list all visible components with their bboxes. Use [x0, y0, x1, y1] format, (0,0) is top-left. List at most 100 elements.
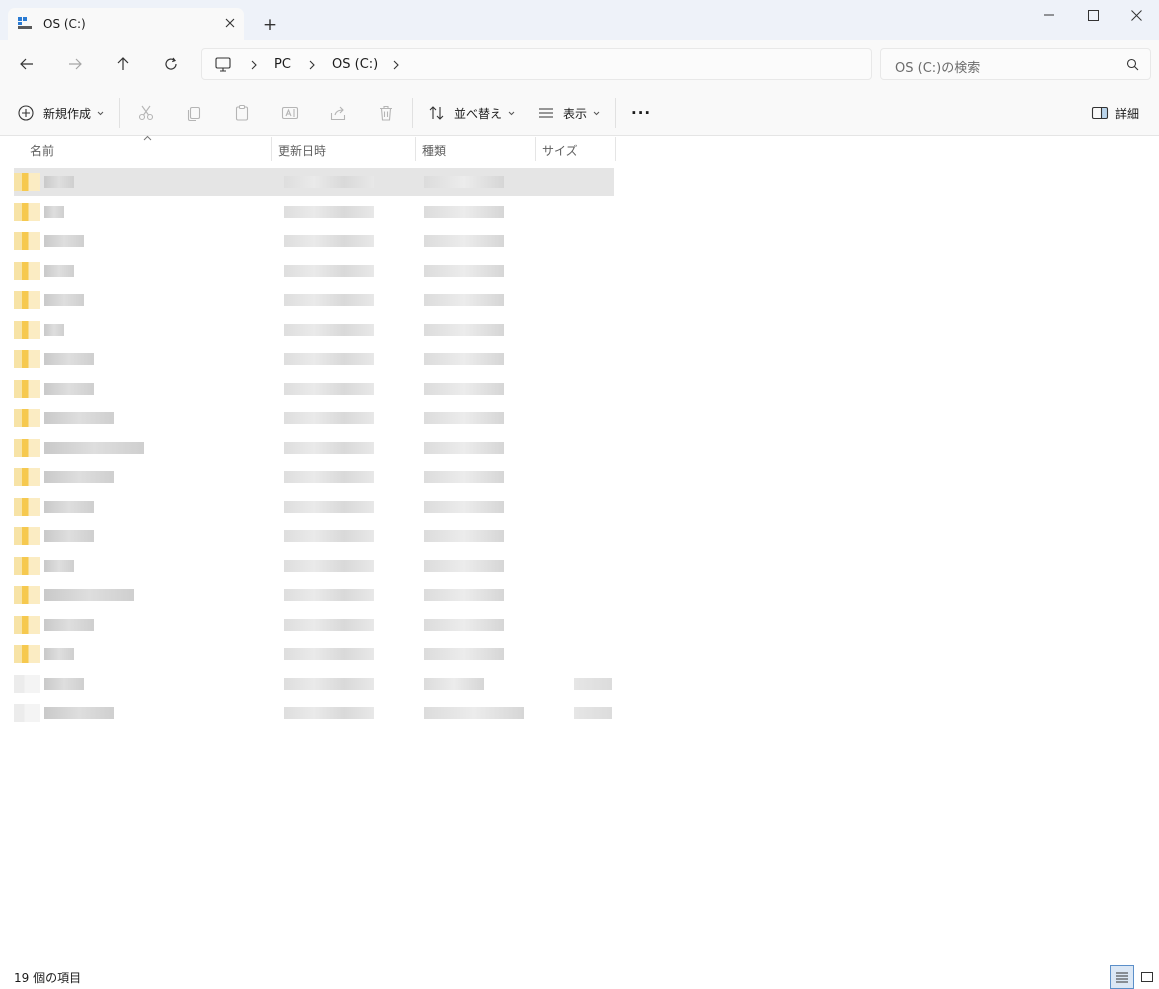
file-date-redacted — [284, 235, 374, 247]
folder-icon — [14, 291, 40, 309]
tiles-view-icon — [1141, 972, 1153, 982]
refresh-button[interactable] — [159, 52, 183, 76]
chevron-right-icon[interactable] — [391, 58, 401, 72]
sort-button[interactable]: 並べ替え — [428, 100, 516, 126]
file-row[interactable] — [14, 522, 614, 550]
file-row[interactable] — [14, 286, 614, 314]
details-pane-button[interactable]: 詳細 — [1091, 100, 1139, 126]
column-size-header[interactable]: サイズ — [536, 136, 616, 162]
share-button[interactable] — [329, 100, 347, 126]
delete-button[interactable] — [377, 100, 395, 126]
folder-icon — [14, 261, 40, 280]
new-button[interactable]: 新規作成 — [17, 100, 105, 126]
file-row[interactable] — [14, 463, 614, 491]
rename-button[interactable] — [281, 100, 299, 126]
file-row[interactable] — [14, 257, 614, 285]
file-row[interactable] — [14, 699, 614, 727]
chevron-down-icon — [508, 111, 515, 115]
file-date-redacted — [284, 264, 374, 277]
chevron-down-icon — [97, 111, 104, 115]
chevron-right-icon[interactable] — [307, 58, 317, 72]
up-button[interactable] — [111, 52, 135, 76]
more-options-button[interactable]: ··· — [631, 100, 651, 126]
breadcrumb-pc[interactable]: PC — [274, 57, 291, 72]
file-type-redacted — [424, 264, 504, 277]
folder-icon — [14, 645, 40, 663]
cut-button[interactable] — [137, 100, 155, 126]
file-row[interactable] — [14, 227, 614, 255]
file-row[interactable] — [14, 493, 614, 521]
arrow-left-icon — [20, 58, 33, 70]
scissors-icon — [138, 105, 154, 121]
file-date-redacted — [284, 559, 374, 572]
file-row[interactable] — [14, 345, 614, 373]
file-type-redacted — [424, 412, 504, 424]
file-date-redacted — [284, 353, 374, 365]
sort-icon — [429, 106, 444, 120]
file-row[interactable] — [14, 581, 614, 609]
navigation-bar: PC OS (C:) OS (C:)の検索 — [0, 40, 1159, 88]
view-button[interactable]: 表示 — [537, 100, 601, 126]
file-name-redacted — [44, 235, 84, 247]
file-name-redacted — [44, 176, 74, 188]
copy-button[interactable] — [185, 100, 203, 126]
column-name-header[interactable]: 名前 — [14, 136, 272, 162]
tab-title: OS (C:) — [43, 17, 86, 31]
file-type-redacted — [424, 294, 504, 306]
file-type-redacted — [424, 382, 504, 395]
file-date-redacted — [284, 500, 374, 513]
search-placeholder: OS (C:)の検索 — [895, 61, 981, 76]
search-box[interactable]: OS (C:)の検索 — [880, 48, 1151, 80]
file-name-redacted — [44, 500, 94, 513]
file-date-redacted — [284, 205, 374, 218]
details-pane-icon — [1091, 106, 1109, 120]
file-name-redacted — [44, 589, 134, 601]
file-row[interactable] — [14, 640, 614, 668]
new-tab-button[interactable]: + — [258, 13, 282, 37]
folder-icon — [14, 497, 40, 516]
file-name-redacted — [44, 648, 74, 660]
file-type-redacted — [424, 530, 504, 542]
forward-button[interactable] — [63, 52, 87, 76]
view-label: 表示 — [563, 106, 588, 121]
column-divider[interactable] — [615, 137, 616, 161]
file-type-redacted — [424, 589, 504, 601]
folder-icon — [14, 468, 40, 486]
file-size-redacted — [574, 707, 612, 719]
file-type-redacted — [424, 176, 504, 188]
file-name-redacted — [44, 323, 64, 336]
arrow-up-icon — [117, 57, 129, 70]
back-button[interactable] — [15, 52, 39, 76]
file-row[interactable] — [14, 434, 614, 462]
details-view-button[interactable] — [1110, 965, 1134, 989]
search-icon — [1126, 58, 1139, 71]
file-row[interactable] — [14, 670, 614, 698]
tab-close-button[interactable] — [220, 13, 240, 33]
tiles-view-button[interactable] — [1135, 965, 1159, 989]
chevron-right-icon[interactable] — [249, 58, 259, 72]
column-type-header[interactable]: 種類 — [416, 136, 536, 162]
folder-icon — [14, 202, 40, 221]
folder-icon — [14, 320, 40, 339]
file-row[interactable] — [14, 168, 614, 196]
maximize-button[interactable] — [1070, 0, 1116, 30]
folder-icon — [14, 379, 40, 398]
tab-os-c[interactable]: OS (C:) — [8, 8, 244, 40]
close-icon — [1130, 9, 1142, 21]
close-window-button[interactable] — [1113, 0, 1159, 30]
minimize-icon — [1044, 14, 1054, 16]
file-row[interactable] — [14, 316, 614, 344]
file-row[interactable] — [14, 375, 614, 403]
monitor-icon — [215, 57, 231, 72]
column-modified-header[interactable]: 更新日時 — [272, 136, 416, 162]
minimize-button[interactable] — [1026, 0, 1072, 30]
trash-icon — [380, 105, 392, 121]
address-bar[interactable]: PC OS (C:) — [201, 48, 872, 80]
breadcrumb-os-c[interactable]: OS (C:) — [332, 57, 378, 72]
file-name-redacted — [44, 559, 74, 572]
paste-button[interactable] — [233, 100, 251, 126]
file-row[interactable] — [14, 611, 614, 639]
file-row[interactable] — [14, 552, 614, 580]
file-row[interactable] — [14, 198, 614, 226]
file-row[interactable] — [14, 404, 614, 432]
